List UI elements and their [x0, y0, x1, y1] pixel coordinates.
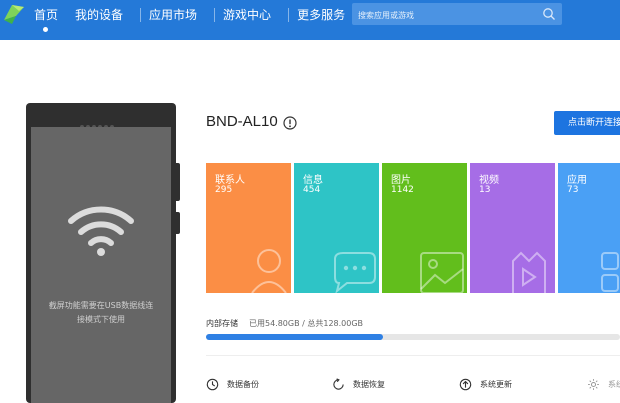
nav-divider	[140, 8, 142, 22]
settings-icon	[588, 378, 599, 390]
tile-pictures[interactable]: 图片 1142	[382, 163, 467, 293]
tile-label: 信息	[303, 175, 323, 186]
phone-screen: 截屏功能需要在USB数据线连 接模式下使用	[31, 127, 171, 403]
tile-count: 295	[215, 185, 233, 195]
screenshot-hint-line2: 接模式下使用	[77, 315, 125, 324]
divider	[206, 355, 620, 356]
system-update-button[interactable]: 系统更新	[459, 376, 512, 392]
tile-contacts[interactable]: 联系人 295	[206, 163, 291, 293]
tile-count: 454	[303, 185, 321, 195]
top-bar: 首页 我的设备 应用市场 游戏中心 更多服务	[0, 0, 620, 40]
tile-label: 视频	[479, 175, 499, 186]
phone-speaker	[80, 114, 122, 129]
restore-label: 数据恢复	[353, 379, 385, 389]
nav-divider	[288, 8, 290, 22]
tile-label: 联系人	[215, 175, 245, 186]
tile-messages[interactable]: 信息 454	[294, 163, 379, 293]
wifi-icon	[68, 206, 134, 256]
nav-my-devices[interactable]: 我的设备	[75, 0, 132, 30]
video-icon	[512, 251, 546, 293]
nav-home-label: 首页	[34, 8, 59, 22]
tile-count: 73	[567, 185, 579, 195]
backup-icon	[206, 378, 219, 390]
search-icon[interactable]	[542, 7, 556, 21]
restore-icon	[333, 377, 344, 390]
nav-home[interactable]: 首页	[34, 0, 67, 32]
system-settings-button[interactable]: 系统	[587, 376, 620, 392]
storage-bar-fill	[206, 334, 384, 340]
info-icon[interactable]	[283, 116, 297, 130]
backup-button[interactable]: 数据备份	[206, 376, 259, 392]
system-update-label: 系统更新	[480, 379, 512, 389]
storage-usage: 已用54.80GB / 总共128.00GB	[249, 319, 364, 328]
message-icon	[334, 252, 376, 293]
update-icon	[459, 378, 472, 390]
disconnect-button[interactable]: 点击断开连接	[554, 111, 620, 135]
tile-apps[interactable]: 应用 73	[558, 163, 620, 293]
phone-power-button	[176, 212, 180, 234]
device-name: BND-AL10	[206, 113, 278, 130]
active-indicator	[43, 27, 48, 32]
nav-app-market[interactable]: 应用市场	[149, 0, 206, 30]
phone-volume-button	[176, 163, 180, 201]
tile-label: 应用	[567, 175, 587, 186]
nav-more-services[interactable]: 更多服务	[297, 0, 354, 30]
tile-videos[interactable]: 视频 13	[470, 163, 555, 293]
restore-button[interactable]: 数据恢复	[332, 376, 385, 392]
nav-game-center[interactable]: 游戏中心	[223, 0, 280, 30]
app-logo-icon[interactable]	[2, 2, 26, 26]
system-settings-label: 系统	[608, 379, 620, 389]
picture-icon	[420, 252, 464, 293]
screenshot-hint: 截屏功能需要在USB数据线连 接模式下使用	[35, 299, 167, 327]
nav-divider	[214, 8, 216, 22]
tile-label: 图片	[391, 175, 411, 186]
phone-preview: 截屏功能需要在USB数据线连 接模式下使用	[26, 103, 176, 403]
tile-count: 13	[479, 185, 491, 195]
search-input[interactable]	[356, 3, 540, 27]
backup-label: 数据备份	[227, 379, 259, 389]
app-icon	[601, 252, 619, 292]
main-nav: 首页 我的设备 应用市场 游戏中心 更多服务	[34, 0, 362, 32]
contact-icon	[251, 249, 287, 293]
storage-label: 内部存储	[206, 319, 238, 328]
tile-count: 1142	[391, 185, 414, 195]
search-box	[352, 3, 562, 27]
screenshot-hint-line1: 截屏功能需要在USB数据线连	[48, 301, 154, 310]
